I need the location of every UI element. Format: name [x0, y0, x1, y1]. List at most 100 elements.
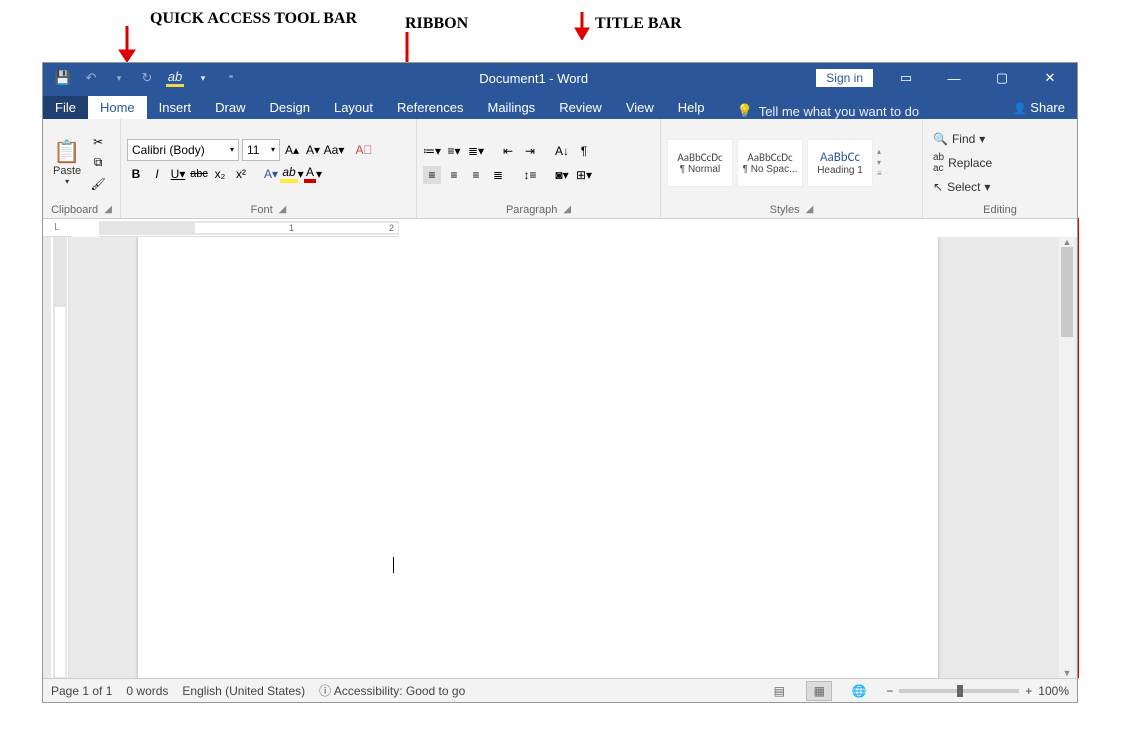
scroll-up-icon[interactable]: ▲: [1059, 237, 1075, 247]
cursor-icon: ↖: [933, 180, 943, 194]
undo-icon[interactable]: ↶: [81, 68, 101, 88]
tab-design[interactable]: Design: [258, 96, 322, 119]
print-layout-view[interactable]: ▦: [806, 681, 832, 701]
find-button[interactable]: 🔍Find ▾: [929, 130, 1071, 148]
ruler-vertical[interactable]: [51, 237, 69, 678]
document-area: ▲ ▼: [43, 237, 1077, 678]
copy-icon[interactable]: ⧉: [89, 154, 107, 172]
zoom-thumb[interactable]: [957, 685, 963, 697]
clipboard-launcher-icon[interactable]: ◢: [104, 204, 112, 216]
shading-icon[interactable]: ◙▾: [553, 166, 571, 184]
maximize-button[interactable]: ▢: [979, 63, 1025, 93]
show-marks-icon[interactable]: ¶: [575, 142, 593, 160]
search-icon: 🔍: [933, 132, 948, 146]
tab-references[interactable]: References: [385, 96, 475, 119]
font-size-select[interactable]: 11▾: [242, 139, 280, 161]
tab-view[interactable]: View: [614, 96, 666, 119]
align-right-icon[interactable]: ≡: [467, 166, 485, 184]
subscript-button[interactable]: x₂: [211, 165, 229, 183]
redo-icon[interactable]: ↻: [137, 68, 157, 88]
style-nospacing[interactable]: AaBbCcDc¶ No Spac...: [737, 139, 803, 187]
font-color-icon[interactable]: A▾: [304, 165, 322, 183]
zoom-in-button[interactable]: +: [1025, 684, 1032, 698]
align-center-icon[interactable]: ≡: [445, 166, 463, 184]
signin-button[interactable]: Sign in: [816, 69, 873, 87]
tellme-search[interactable]: 💡 Tell me what you want to do: [737, 103, 1001, 119]
style-normal[interactable]: AaBbCcDc¶ Normal: [667, 139, 733, 187]
read-mode-view[interactable]: ▤: [766, 681, 792, 701]
tellme-label: Tell me what you want to do: [759, 104, 919, 119]
web-layout-view[interactable]: 🌐: [846, 681, 872, 701]
label-ribbon: RIBBON: [405, 15, 468, 33]
bullets-icon[interactable]: ≔▾: [423, 142, 441, 160]
justify-icon[interactable]: ≣: [489, 166, 507, 184]
word-count[interactable]: 0 words: [126, 684, 168, 698]
text-effects-icon[interactable]: A▾: [262, 165, 280, 183]
zoom-level[interactable]: 100%: [1038, 684, 1069, 698]
group-styles: AaBbCcDc¶ Normal AaBbCcDc¶ No Spac... Aa…: [661, 119, 923, 218]
select-button[interactable]: ↖Select ▾: [929, 178, 1071, 196]
font-name-select[interactable]: Calibri (Body)▾: [127, 139, 239, 161]
clear-format-icon[interactable]: A⃠: [355, 141, 373, 159]
tab-file[interactable]: File: [43, 96, 88, 119]
paste-label: Paste: [53, 165, 81, 177]
decrease-indent-icon[interactable]: ⇤: [499, 142, 517, 160]
borders-icon[interactable]: ⊞▾: [575, 166, 593, 184]
share-button[interactable]: 👤 Share: [1001, 96, 1077, 119]
multilevel-icon[interactable]: ≣▾: [467, 142, 485, 160]
align-left-icon[interactable]: ≡: [423, 166, 441, 184]
minimize-button[interactable]: —: [931, 63, 977, 93]
numbering-icon[interactable]: ≡▾: [445, 142, 463, 160]
tab-mailings[interactable]: Mailings: [476, 96, 548, 119]
tab-home[interactable]: Home: [88, 96, 147, 119]
tab-review[interactable]: Review: [547, 96, 614, 119]
accessibility-status[interactable]: ⓘ Accessibility: Good to go: [319, 682, 465, 699]
line-spacing-icon[interactable]: ↕≡: [521, 166, 539, 184]
underline-button[interactable]: U▾: [169, 165, 187, 183]
svg-text:2: 2: [389, 223, 394, 233]
superscript-button[interactable]: x²: [232, 165, 250, 183]
document-page[interactable]: [138, 237, 938, 678]
zoom-out-button[interactable]: −: [886, 684, 893, 698]
quick-access-toolbar: 💾 ↶ ▾ ↻ ab ▾ ⁼: [43, 63, 251, 93]
sort-icon[interactable]: A↓: [553, 142, 571, 160]
tab-draw[interactable]: Draw: [203, 96, 257, 119]
close-button[interactable]: ✕: [1027, 63, 1073, 93]
word-window: 💾 ↶ ▾ ↻ ab ▾ ⁼ Document1 - Word Sign in …: [42, 62, 1078, 703]
style-heading1[interactable]: AaBbCcHeading 1: [807, 139, 873, 187]
font-name-value: Calibri (Body): [132, 143, 205, 157]
scroll-down-icon[interactable]: ▼: [1059, 668, 1075, 678]
touch-mode-icon[interactable]: ab: [165, 68, 185, 88]
bold-button[interactable]: B: [127, 165, 145, 183]
qat-more-icon[interactable]: ⁼: [221, 68, 241, 88]
highlight-icon[interactable]: ab▾: [283, 165, 301, 183]
paragraph-launcher-icon[interactable]: ◢: [563, 204, 571, 216]
paste-button[interactable]: 📋 Paste ▾: [49, 137, 85, 188]
strike-button[interactable]: abc: [190, 165, 208, 183]
styles-launcher-icon[interactable]: ◢: [806, 204, 814, 216]
vertical-scrollbar[interactable]: ▲ ▼: [1059, 237, 1075, 678]
ribbon-display-icon[interactable]: ▭: [883, 63, 929, 93]
page-count[interactable]: Page 1 of 1: [51, 684, 112, 698]
italic-button[interactable]: I: [148, 165, 166, 183]
increase-indent-icon[interactable]: ⇥: [521, 142, 539, 160]
language-status[interactable]: English (United States): [182, 684, 305, 698]
font-launcher-icon[interactable]: ◢: [279, 204, 287, 216]
ruler-horizontal[interactable]: 123 456 7: [99, 219, 399, 237]
styles-more-icon[interactable]: ▴▾≡: [877, 147, 882, 178]
arrow-qat: [115, 26, 139, 62]
qat-dropdown-icon[interactable]: ▾: [109, 68, 129, 88]
zoom-slider[interactable]: [899, 689, 1019, 693]
format-painter-icon[interactable]: 🖌: [89, 175, 107, 193]
tab-insert[interactable]: Insert: [147, 96, 204, 119]
tab-layout[interactable]: Layout: [322, 96, 385, 119]
change-case-icon[interactable]: Aa▾: [325, 141, 343, 159]
cut-icon[interactable]: ✂: [89, 133, 107, 151]
scrollbar-thumb[interactable]: [1061, 247, 1073, 337]
replace-button[interactable]: abacReplace: [929, 150, 1071, 176]
decrease-font-icon[interactable]: A▾: [304, 141, 322, 159]
save-icon[interactable]: 💾: [53, 68, 73, 88]
increase-font-icon[interactable]: A▴: [283, 141, 301, 159]
tab-help[interactable]: Help: [666, 96, 717, 119]
qat-customize-icon[interactable]: ▾: [193, 68, 213, 88]
